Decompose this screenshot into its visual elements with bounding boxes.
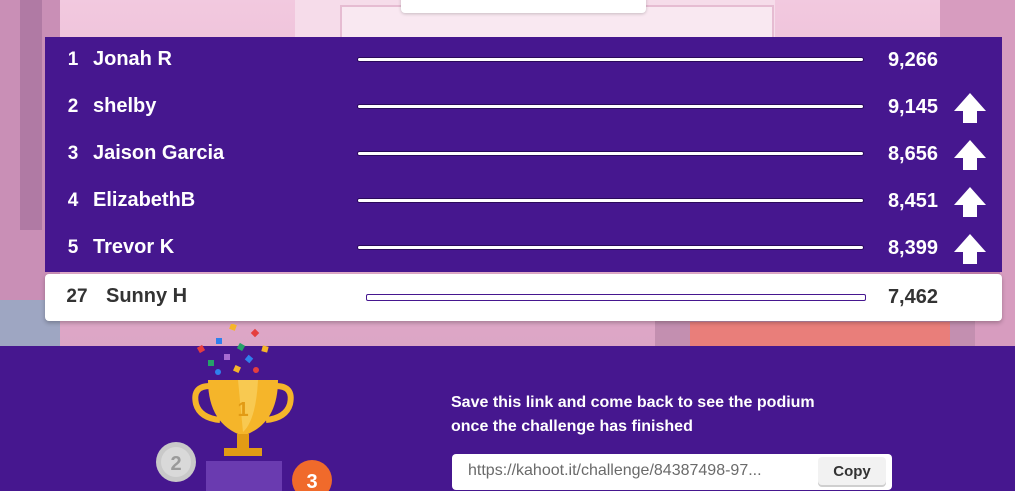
arrow-up-icon: [954, 93, 986, 123]
player-name: Sunny H: [106, 285, 188, 307]
challenge-link-box: Copy: [452, 454, 892, 490]
score-bar: [358, 105, 863, 108]
rank-number: 3: [67, 143, 79, 164]
arrow-up-icon: [954, 187, 986, 217]
player-score: 8,656: [887, 143, 938, 165]
top-search-box[interactable]: [401, 0, 646, 13]
leaderboard: 1 Jonah R 9,266 2 shelby 9,145 3 Jaison …: [45, 37, 1002, 321]
rank-number: 5: [67, 237, 79, 258]
podium-footer: 1 2 3 Save this link and come back to se…: [0, 324, 1015, 491]
rank-number: 4: [67, 190, 79, 211]
podium-message: Save this link and come back to see the …: [451, 391, 891, 439]
player-name: Jaison Garcia: [93, 142, 225, 164]
leaderboard-row: 3 Jaison Garcia 8,656: [45, 131, 1002, 178]
arrow-up-icon: [954, 140, 986, 170]
arrow-up-icon: [954, 234, 986, 264]
player-score: 9,145: [887, 96, 938, 118]
current-player-row: 27 Sunny H 7,462: [45, 274, 1002, 321]
rank-number: 27: [66, 286, 88, 307]
score-bar: [358, 246, 863, 249]
confetti-icon: [196, 324, 269, 375]
score-bar: [366, 294, 866, 301]
podium-first-label: 1: [237, 399, 248, 421]
message-line: Save this link and come back to see the …: [451, 394, 815, 411]
player-score: 9,266: [887, 49, 938, 71]
leaderboard-row: 5 Trevor K 8,399: [45, 225, 1002, 272]
copy-button[interactable]: Copy: [818, 457, 886, 485]
leaderboard-row: 4 ElizabethB 8,451: [45, 178, 1002, 225]
player-score: 7,462: [887, 286, 938, 308]
message-line: once the challenge has finished: [451, 418, 693, 435]
leaderboard-row: 1 Jonah R 9,266: [45, 37, 1002, 84]
player-name: ElizabethB: [93, 189, 196, 211]
score-bar: [358, 152, 863, 155]
player-score: 8,451: [887, 190, 938, 212]
player-name: Jonah R: [93, 48, 172, 70]
rank-number: 1: [67, 49, 79, 70]
rank-number: 2: [67, 96, 79, 117]
score-bar: [358, 58, 863, 61]
score-bar: [358, 199, 863, 202]
leaderboard-row: 2 shelby 9,145: [45, 84, 1002, 131]
player-name: shelby: [93, 95, 157, 117]
player-name: Trevor K: [93, 236, 175, 258]
challenge-link-input[interactable]: [452, 454, 818, 488]
podium-third-label: 3: [306, 471, 317, 491]
player-score: 8,399: [887, 237, 938, 259]
podium-second-label: 2: [170, 453, 181, 475]
trophy-podium-illustration: 1 2 3: [156, 324, 332, 491]
